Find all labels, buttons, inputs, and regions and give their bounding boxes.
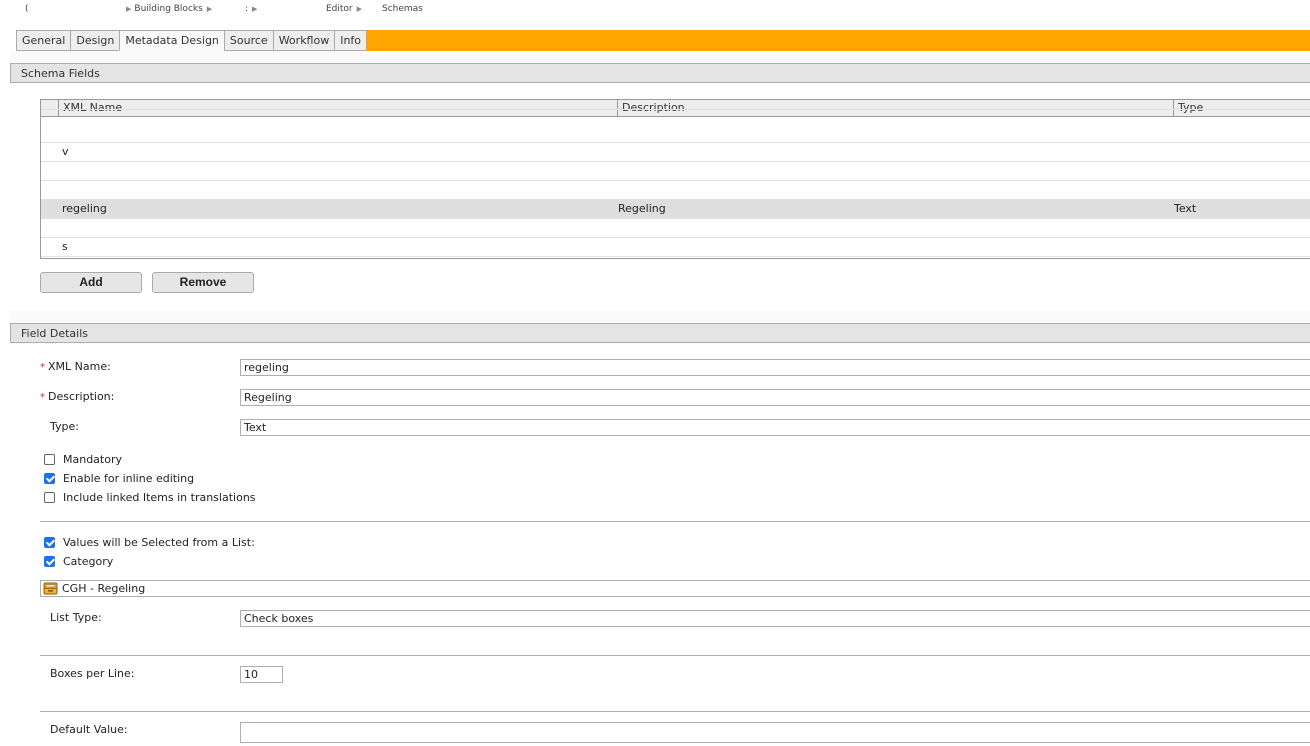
breadcrumb-separator-icon: ▶: [356, 5, 363, 13]
schema-fields-grid: XML Name Description Type v regeling Regel…: [40, 99, 1310, 259]
category-name: CGH - Regeling: [62, 582, 146, 595]
required-marker: *: [40, 362, 45, 373]
default-value-label: Default Value:: [50, 723, 128, 736]
remove-button[interactable]: Remove: [152, 272, 254, 293]
boxes-per-line-input[interactable]: 10: [240, 666, 283, 683]
xml-name-input[interactable]: regeling: [240, 359, 1310, 376]
linked-items-checkbox[interactable]: [44, 492, 55, 503]
divider: [40, 655, 1310, 656]
list-type-label: List Type:: [50, 611, 102, 624]
table-row[interactable]: [41, 161, 1310, 181]
mandatory-label: Mandatory: [63, 453, 123, 466]
breadcrumb-item[interactable]: : ▶: [245, 4, 257, 14]
tab-metadata-design[interactable]: Metadata Design: [119, 30, 224, 51]
boxes-per-line-label: Boxes per Line:: [50, 667, 135, 680]
schema-fields-header: Schema Fields: [10, 63, 1310, 83]
tab-bar-accent: [365, 30, 1310, 51]
table-row[interactable]: [41, 218, 1310, 238]
tab-source[interactable]: Source: [223, 30, 273, 51]
table-row[interactable]: v: [41, 142, 1310, 162]
required-marker: *: [40, 392, 45, 403]
cell-type: Text: [1174, 202, 1197, 215]
mandatory-checkbox-row[interactable]: Mandatory: [44, 453, 122, 466]
breadcrumb-item-schemas: Schemas: [382, 4, 423, 14]
values-from-list-checkbox[interactable]: [44, 537, 55, 548]
breadcrumb-separator-icon: ▶: [252, 5, 258, 13]
values-from-list-label: Values will be Selected from a List:: [63, 536, 255, 549]
cell-description: Regeling: [618, 202, 666, 215]
cell-xml-name: v: [62, 145, 69, 158]
mandatory-checkbox[interactable]: [44, 454, 55, 465]
breadcrumb-separator-icon: ▶: [126, 5, 132, 13]
category-checkbox[interactable]: [44, 556, 55, 567]
table-row[interactable]: regeling Regeling Text: [41, 199, 1310, 219]
type-label: Type:: [50, 420, 79, 433]
linked-items-label: Include linked Items in translations: [63, 491, 256, 504]
add-button[interactable]: Add: [40, 272, 142, 293]
list-type-select[interactable]: Check boxes: [240, 610, 1310, 627]
field-details-header: Field Details: [10, 323, 1310, 343]
breadcrumb-separator-icon: ▶: [206, 5, 213, 13]
inline-editing-checkbox-row[interactable]: Enable for inline editing: [44, 472, 194, 485]
table-row[interactable]: [41, 180, 1310, 200]
xml-name-label: * XML Name:: [40, 360, 111, 373]
description-label: * Description:: [40, 390, 115, 403]
default-value-input[interactable]: [240, 722, 1310, 743]
breadcrumb: ( ▶ Building Blocks ▶ : ▶ Editor ▶ Schemas: [0, 0, 1310, 22]
tab-bar: General Design Metadata Design Source Wo…: [0, 30, 1310, 51]
category-label: Category: [63, 555, 114, 568]
cell-xml-name: regeling: [62, 202, 107, 215]
category-selector[interactable]: CGH - Regeling: [40, 580, 1310, 597]
divider: [40, 711, 1310, 712]
tab-general[interactable]: General: [16, 30, 71, 51]
tab-design[interactable]: Design: [70, 30, 120, 51]
description-input[interactable]: Regeling: [240, 389, 1310, 406]
breadcrumb-item[interactable]: (: [25, 4, 29, 14]
tab-info[interactable]: Info: [334, 30, 368, 51]
table-row[interactable]: [41, 123, 1310, 143]
inline-editing-checkbox[interactable]: [44, 473, 55, 484]
divider: [40, 521, 1310, 522]
inline-editing-label: Enable for inline editing: [63, 472, 195, 485]
breadcrumb-item-building-blocks[interactable]: ▶ Building Blocks ▶: [126, 4, 212, 14]
category-checkbox-row[interactable]: Category: [44, 555, 113, 568]
type-select[interactable]: Text: [240, 419, 1310, 436]
linked-items-checkbox-row[interactable]: Include linked Items in translations: [44, 491, 256, 504]
category-folder-icon: [43, 582, 58, 595]
values-from-list-checkbox-row[interactable]: Values will be Selected from a List:: [44, 536, 255, 549]
cell-xml-name: s: [62, 240, 68, 253]
table-row[interactable]: s: [41, 237, 1310, 257]
tab-workflow[interactable]: Workflow: [272, 30, 335, 51]
breadcrumb-item-editor[interactable]: Editor ▶: [326, 4, 366, 14]
table-row[interactable]: [41, 100, 1310, 110]
